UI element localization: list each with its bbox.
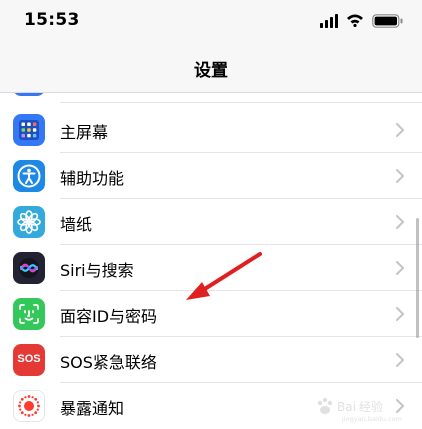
- status-time: 15:53: [24, 10, 80, 30]
- battery-icon: [372, 14, 403, 28]
- navigation-bar: 设置: [0, 42, 422, 93]
- chevron-right-icon: [396, 353, 404, 367]
- row-label: 主屏幕: [60, 123, 109, 142]
- settings-row-accessibility[interactable]: 辅助功能: [0, 153, 422, 199]
- home-screen-icon: [13, 114, 45, 146]
- chevron-right-icon: [396, 169, 404, 183]
- sos-icon: SOS: [13, 344, 45, 376]
- settings-row-wallpaper[interactable]: 墙纸: [0, 199, 422, 245]
- row-label: SOS紧急联络: [60, 353, 157, 372]
- row-label: 辅助功能: [60, 169, 125, 188]
- svg-text:jingyan.baidu.com: jingyan.baidu.com: [341, 415, 402, 423]
- row-label: 墙纸: [60, 215, 93, 234]
- page-title: 设置: [194, 61, 228, 81]
- wallpaper-icon: [13, 206, 45, 238]
- settings-row-emergency-sos[interactable]: SOS SOS紧急联络: [0, 337, 422, 383]
- svg-text:经验: 经验: [359, 399, 383, 414]
- settings-row-partial[interactable]: [0, 93, 422, 103]
- svg-text:Bai: Bai: [337, 400, 356, 414]
- row-label: 暴露通知: [60, 399, 125, 418]
- partial-row-icon: [13, 93, 45, 96]
- chevron-right-icon: [396, 215, 404, 229]
- baidu-watermark-logo: Bai 经验 jingyan.baidu.com: [314, 395, 414, 423]
- status-icons: [314, 13, 404, 29]
- annotation-arrow-icon: [186, 252, 262, 300]
- status-bar: 15:53: [0, 0, 422, 42]
- accessibility-icon: [13, 160, 45, 192]
- face-id-icon: [13, 298, 45, 330]
- row-label: 面容ID与密码: [60, 307, 158, 326]
- chevron-right-icon: [396, 123, 404, 137]
- sos-icon-text: SOS: [17, 353, 41, 365]
- exposure-notification-icon: [13, 390, 45, 422]
- row-label: Siri与搜索: [60, 261, 134, 280]
- siri-icon: [13, 252, 45, 284]
- row-divider: [60, 102, 422, 103]
- settings-row-home-screen[interactable]: 主屏幕: [0, 107, 422, 153]
- scroll-indicator[interactable]: [416, 218, 419, 338]
- wifi-icon: [347, 14, 363, 27]
- chevron-right-icon: [396, 261, 404, 275]
- chevron-right-icon: [396, 307, 404, 321]
- cellular-signal-icon: [320, 14, 338, 28]
